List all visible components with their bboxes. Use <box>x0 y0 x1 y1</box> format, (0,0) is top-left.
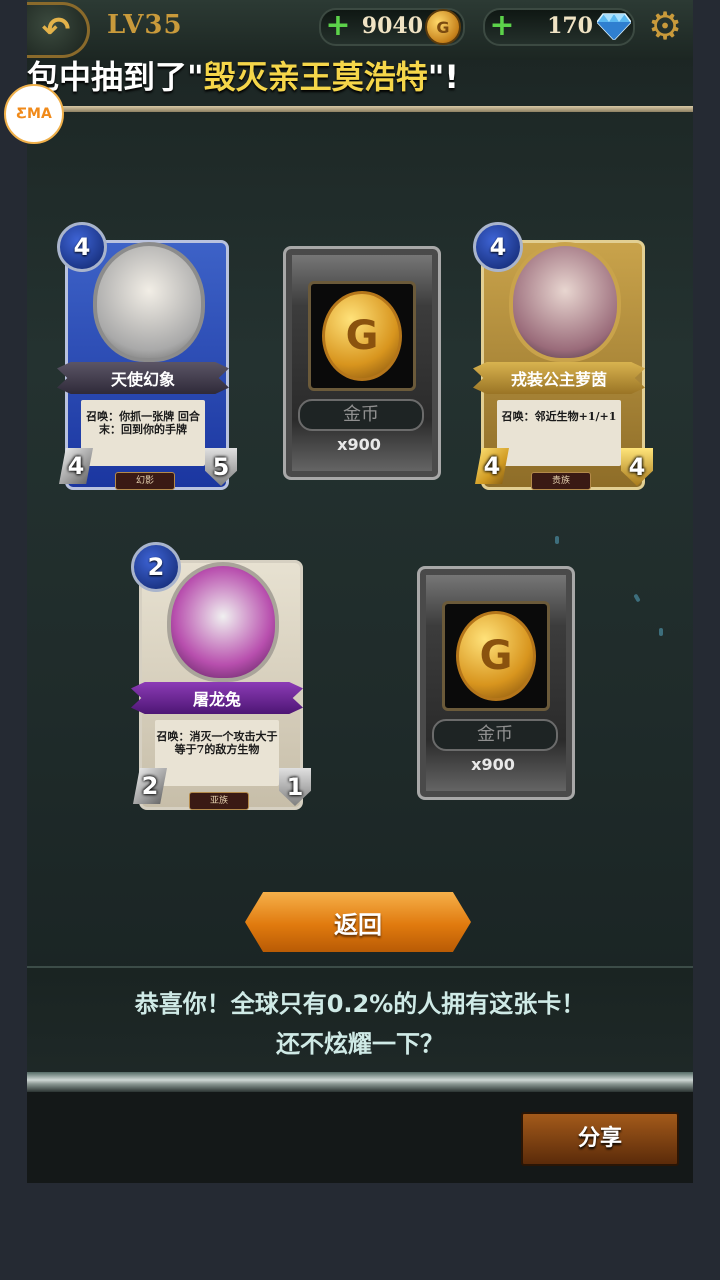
gold-coin-icon: G <box>456 611 536 701</box>
coin-amount: 9040 <box>361 13 423 39</box>
card-tribe: 贵族 <box>531 472 591 490</box>
card-cost: 2 <box>131 542 181 592</box>
coin-icon: G <box>425 9 461 45</box>
coin-frame: G <box>442 601 550 711</box>
reward-name: 金币 <box>298 399 424 431</box>
back-button[interactable]: ↶ <box>27 2 90 58</box>
gold-coin-icon: G <box>322 291 402 381</box>
card-tribe: 幻影 <box>115 472 175 490</box>
congrats-panel: 恭喜你！全球只有0.2%的人拥有这张卡！ 还不炫耀一下？ <box>27 966 693 1072</box>
add-gems-button[interactable]: + <box>487 11 517 41</box>
reward-quantity: x900 <box>337 435 381 454</box>
gold-reward-tile: G 金币 x900 <box>417 566 575 800</box>
gem-counter: + 170 <box>483 8 635 46</box>
card-description: 召唤：邻近生物+1/+1 <box>497 400 621 466</box>
coin-frame: G <box>308 281 416 391</box>
reward-quantity: x900 <box>471 755 515 774</box>
reward-name: 金币 <box>432 719 558 751</box>
sparkle-particle <box>555 536 559 544</box>
ema-watermark-logo: ƸMA <box>4 84 64 144</box>
congrats-line-2: 还不炫耀一下？ <box>276 1030 444 1058</box>
card-dragon-slayer-rabbit[interactable]: 屠龙兔 召唤：消灭一个攻击大于等于7的敌方生物 亚族 2 2 1 <box>131 542 311 810</box>
card-armored-princess[interactable]: 戎装公主萝茵 召唤：邻近生物+1/+1 贵族 4 4 4 <box>473 222 653 490</box>
card-art <box>509 242 621 362</box>
card-description: 召唤：你抓一张牌 回合末：回到你的手牌 <box>81 400 205 466</box>
game-screen: ↶ LV35 + 9040 G + 170 ⚙ 包中抽到了"毁灭亲王莫浩特"! … <box>27 0 693 1183</box>
share-button[interactable]: 分享 <box>521 1112 679 1166</box>
card-cost: 4 <box>57 222 107 272</box>
card-cost: 4 <box>473 222 523 272</box>
card-name: 戎装公主萝茵 <box>473 362 645 394</box>
gold-reward-tile: G 金币 x900 <box>283 246 441 480</box>
card-name: 屠龙兔 <box>131 682 303 714</box>
coin-counter: + 9040 G <box>319 8 465 46</box>
card-art <box>167 562 279 682</box>
return-button[interactable]: 返回 <box>245 892 471 952</box>
card-description: 召唤：消灭一个攻击大于等于7的敌方生物 <box>155 720 279 786</box>
player-level: LV35 <box>107 10 183 40</box>
sparkle-particle <box>633 593 641 603</box>
marquee-card-name: 毁灭亲王莫浩特 <box>203 58 428 96</box>
back-arrow-icon: ↶ <box>41 10 71 50</box>
card-angel-illusion[interactable]: 天使幻象 召唤：你抓一张牌 回合末：回到你的手牌 幻影 4 4 5 <box>57 222 237 490</box>
sparkle-particle <box>659 628 663 636</box>
announcement-marquee: 包中抽到了"毁灭亲王莫浩特"! <box>27 52 693 96</box>
divider-top <box>27 106 693 112</box>
top-bar: ↶ LV35 + 9040 G + 170 ⚙ <box>27 0 693 60</box>
congrats-line-1: 恭喜你！全球只有0.2%的人拥有这张卡！ <box>134 990 586 1018</box>
diamond-icon <box>597 13 631 40</box>
settings-gear-icon[interactable]: ⚙ <box>645 6 685 46</box>
card-tribe: 亚族 <box>189 792 249 810</box>
card-name: 天使幻象 <box>57 362 229 394</box>
card-art <box>93 242 205 362</box>
divider-bottom <box>27 1072 693 1092</box>
add-coins-button[interactable]: + <box>323 11 353 41</box>
gem-amount: 170 <box>547 13 593 39</box>
marquee-suffix: "! <box>427 58 459 96</box>
